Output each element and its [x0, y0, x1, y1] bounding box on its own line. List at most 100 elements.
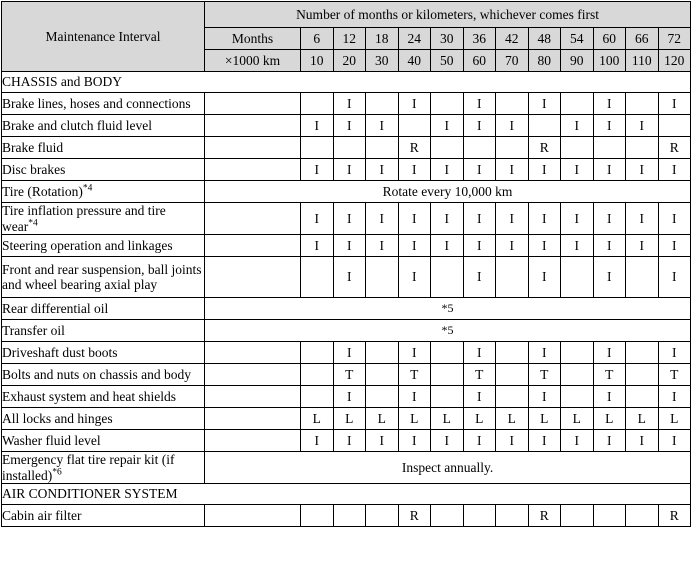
header-span-title: Number of months or kilometers, whicheve… — [203, 1, 691, 28]
interval-cell-60mo: I — [592, 201, 626, 236]
row-unit-spacer — [204, 114, 301, 137]
interval-cell-60mo: I — [592, 341, 626, 365]
interval-cell-36mo: I — [462, 201, 496, 236]
interval-cell-48mo: I — [527, 341, 561, 365]
interval-cell-42mo — [495, 504, 529, 528]
interval-cell-54mo — [560, 136, 594, 159]
interval-cell-60mo: T — [592, 363, 626, 387]
row-footnote-marker: *4 — [28, 218, 38, 229]
interval-cell-60mo: I — [592, 429, 626, 453]
header-km-90: 90 — [560, 49, 594, 72]
interval-cell-30mo — [430, 504, 464, 528]
interval-cell-12mo: I — [332, 234, 366, 258]
header-months-24: 24 — [397, 27, 431, 50]
row-span-note: Inspect annually. — [203, 451, 691, 485]
row-unit-spacer — [204, 407, 301, 431]
interval-cell-6mo — [300, 363, 334, 387]
header-km-30: 30 — [365, 49, 399, 72]
header-km-80: 80 — [527, 49, 561, 72]
table-row: Disc brakes I I I I I I I I I I I I — [1, 158, 691, 181]
interval-cell-54mo — [560, 385, 594, 409]
interval-cell-60mo: I — [592, 92, 626, 115]
row-span-note: *5 — [203, 297, 691, 321]
interval-cell-18mo — [365, 256, 399, 299]
row-label-driveshaft-dust-boots: Driveshaft dust boots — [1, 341, 205, 365]
interval-cell-36mo: I — [462, 341, 496, 365]
interval-cell-72mo: T — [657, 363, 691, 387]
row-label-text: Brake and clutch fluid level — [2, 117, 152, 133]
row-label-tire-rotation: Tire (Rotation)*4 — [1, 180, 205, 203]
interval-cell-6mo: I — [300, 201, 334, 236]
interval-cell-36mo: I — [462, 256, 496, 299]
interval-cell-18mo: I — [365, 429, 399, 453]
table-body: CHASSIS and BODY Brake lines, hoses and c… — [0, 71, 691, 528]
interval-cell-54mo — [560, 363, 594, 387]
interval-cell-18mo: I — [365, 114, 399, 137]
interval-cell-18mo — [365, 504, 399, 528]
header-km-70: 70 — [495, 49, 529, 72]
row-label-brake-lines-hoses-and-connections: Brake lines, hoses and connections — [1, 92, 205, 115]
header-km-50: 50 — [430, 49, 464, 72]
header-km-10: 10 — [300, 49, 334, 72]
interval-cell-18mo — [365, 92, 399, 115]
interval-cell-48mo: T — [527, 363, 561, 387]
table-row: Tire inflation pressure and tire wear*4 I… — [1, 201, 691, 236]
header-km-120: 120 — [657, 49, 691, 72]
row-label-text: Rear differential oil — [2, 300, 109, 316]
interval-cell-18mo — [365, 341, 399, 365]
interval-cell-60mo: I — [592, 385, 626, 409]
interval-cell-36mo — [462, 136, 496, 159]
row-unit-spacer — [204, 363, 301, 387]
interval-cell-24mo: I — [397, 201, 431, 236]
interval-cell-54mo — [560, 92, 594, 115]
row-label-all-locks-and-hinges: All locks and hinges — [1, 407, 205, 431]
interval-cell-6mo — [300, 136, 334, 159]
interval-cell-6mo — [300, 256, 334, 299]
interval-cell-42mo: I — [495, 158, 529, 181]
row-label-cabin-air-filter: Cabin air filter — [1, 504, 205, 528]
table-row: Emergency flat tire repair kit (if insta… — [1, 451, 691, 485]
row-label-text: Steering operation and linkages — [2, 237, 173, 253]
row-label-disc-brakes: Disc brakes — [1, 158, 205, 181]
row-label-text: Front and rear suspension, ball joints a… — [2, 261, 202, 293]
header-months-42: 42 — [495, 27, 529, 50]
interval-cell-12mo — [332, 136, 366, 159]
interval-cell-12mo: L — [332, 407, 366, 431]
row-label-text: Washer fluid level — [2, 432, 101, 448]
row-label-washer-fluid-level: Washer fluid level — [1, 429, 205, 453]
interval-cell-12mo: I — [332, 429, 366, 453]
row-footnote-marker: *4 — [82, 183, 93, 194]
interval-cell-48mo: I — [527, 234, 561, 258]
interval-cell-42mo — [495, 341, 529, 365]
row-unit-spacer — [204, 504, 301, 528]
interval-cell-54mo: I — [560, 234, 594, 258]
interval-cell-36mo: T — [462, 363, 496, 387]
row-label-text: Tire inflation pressure and tire wear — [2, 203, 166, 234]
interval-cell-24mo: I — [397, 234, 431, 258]
interval-cell-12mo: I — [332, 114, 366, 137]
interval-cell-54mo: I — [560, 429, 594, 453]
interval-cell-66mo — [625, 363, 659, 387]
interval-cell-30mo — [430, 256, 464, 299]
interval-cell-48mo: I — [527, 201, 561, 236]
interval-cell-42mo — [495, 385, 529, 409]
row-label-rear-differential-oil: Rear differential oil — [1, 297, 205, 321]
table-row: Transfer oil *5 — [1, 319, 691, 343]
row-label-text: All locks and hinges — [2, 410, 113, 426]
interval-cell-66mo: I — [625, 429, 659, 453]
interval-cell-12mo — [332, 504, 366, 528]
row-unit-spacer — [204, 201, 301, 236]
interval-cell-18mo — [365, 363, 399, 387]
interval-cell-72mo: R — [657, 136, 691, 159]
table-row: Front and rear suspension, ball joints a… — [1, 256, 691, 299]
section-title-air-conditioner-system: AIR CONDITIONER SYSTEM — [0, 483, 691, 506]
interval-cell-54mo: I — [560, 158, 594, 181]
row-label-front-and-rear-suspension-ball-joints-and-wh: Front and rear suspension, ball joints a… — [1, 256, 205, 299]
interval-cell-24mo: R — [397, 136, 431, 159]
interval-cell-36mo: I — [462, 114, 496, 137]
interval-cell-6mo — [300, 341, 334, 365]
interval-cell-72mo: L — [657, 407, 691, 431]
row-label-text: Driveshaft dust boots — [2, 344, 118, 360]
header-maintenance-interval: Maintenance Interval — [1, 1, 205, 72]
row-label-exhaust-system-and-heat-shields: Exhaust system and heat shields — [1, 385, 205, 409]
